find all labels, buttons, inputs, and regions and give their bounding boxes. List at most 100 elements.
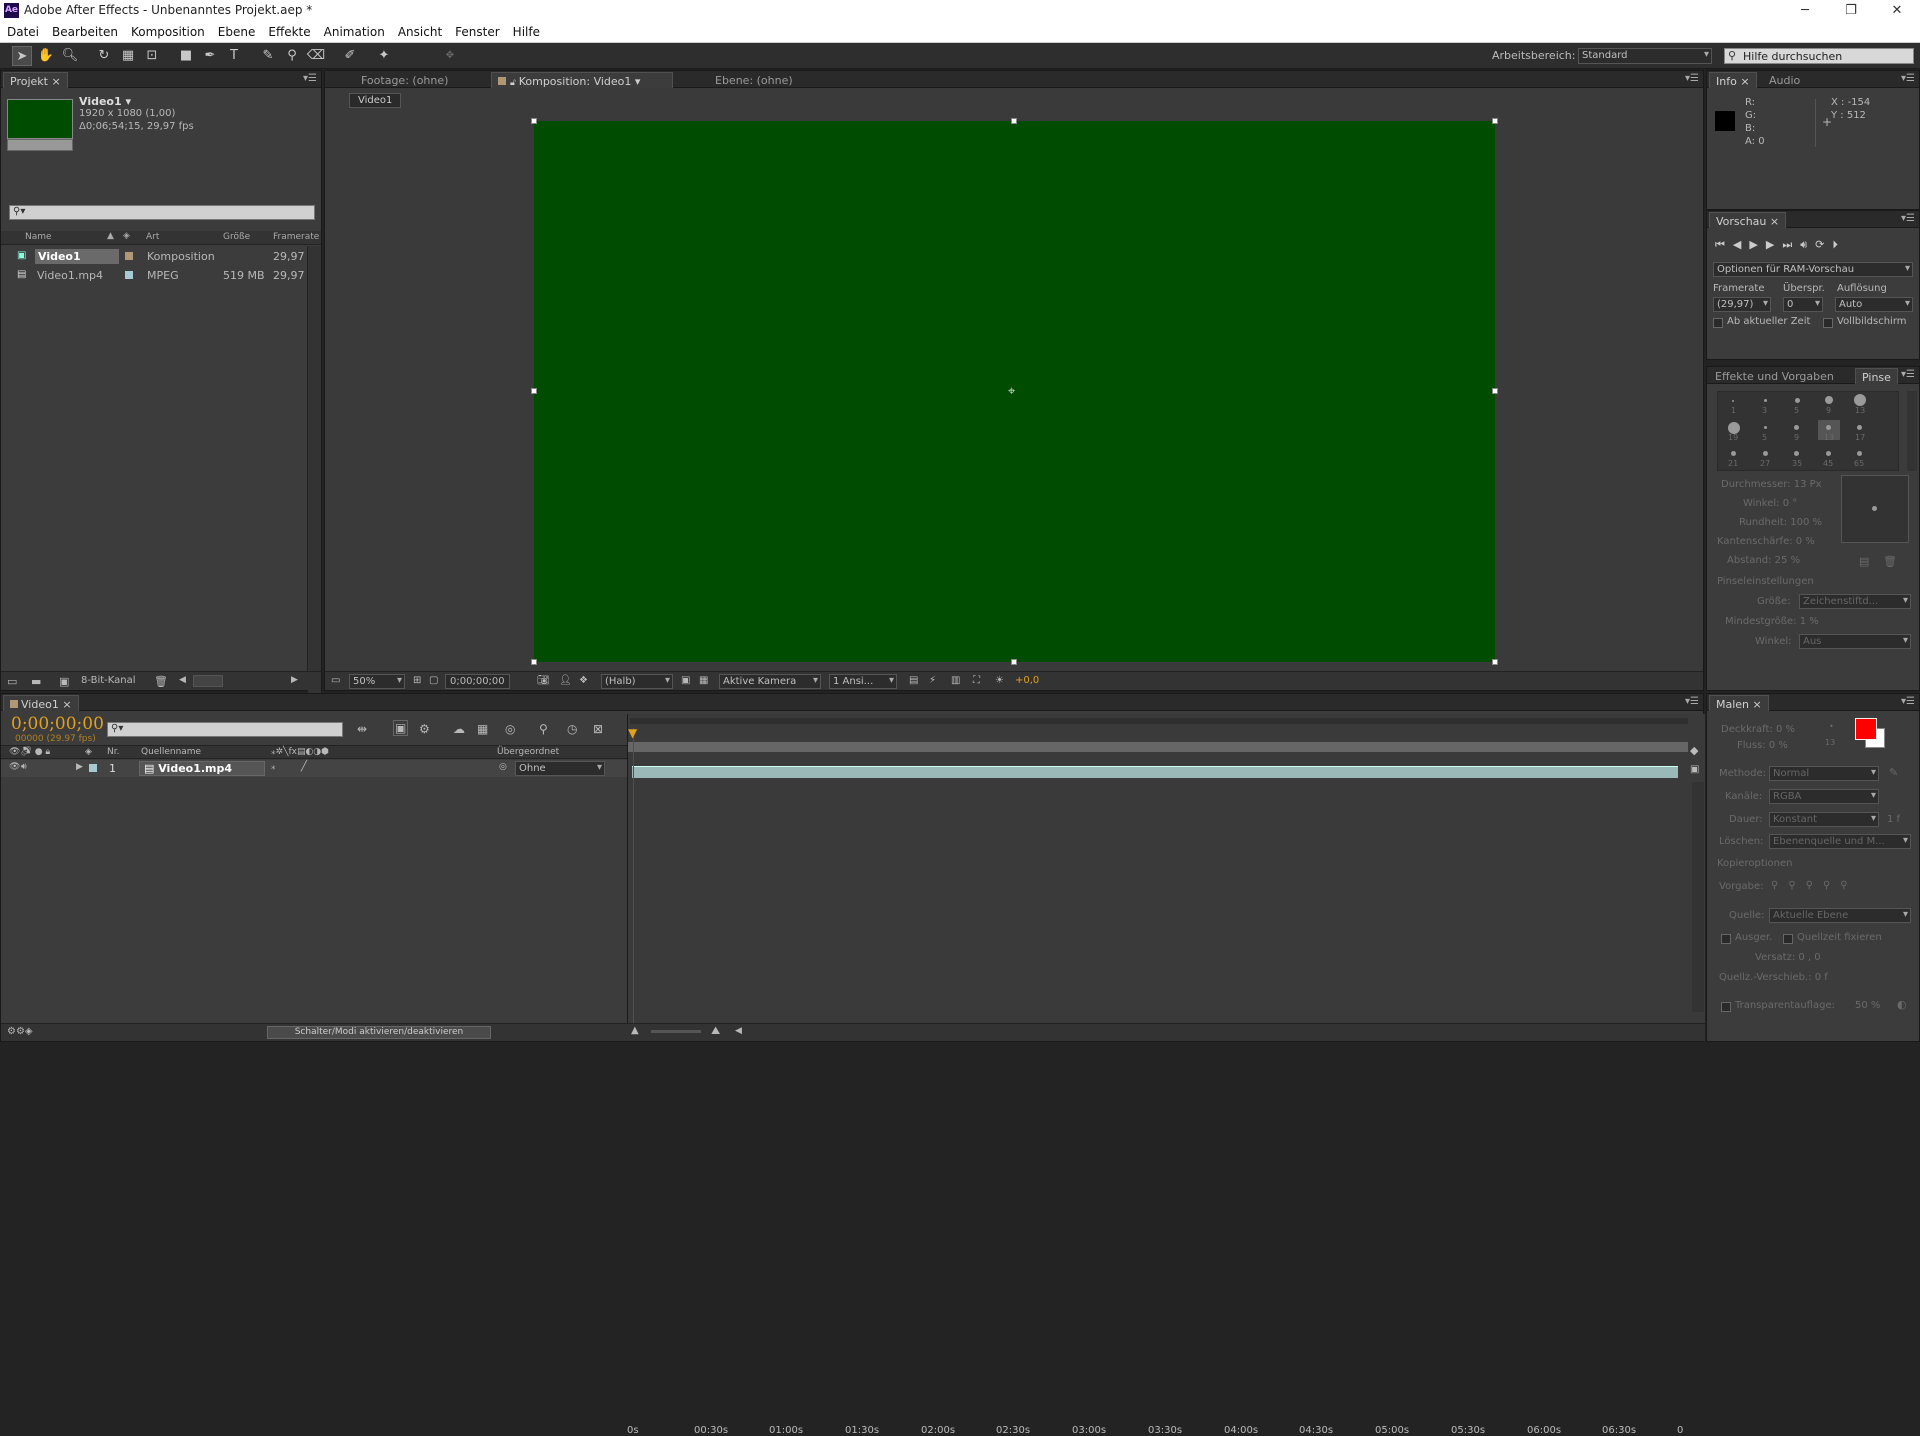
size-dropdown[interactable]: Zeichenstiftd...	[1799, 594, 1911, 609]
work-area-bar[interactable]	[630, 718, 1688, 724]
col-type[interactable]: Art	[146, 232, 159, 242]
foreground-color-swatch[interactable]	[1855, 718, 1877, 740]
method-dropdown[interactable]: Normal	[1769, 766, 1879, 781]
text-tool-icon[interactable]: T	[224, 46, 244, 66]
menu-datei[interactable]: Datei	[0, 21, 45, 39]
tab-timeline[interactable]: Video1 ×	[3, 695, 79, 711]
zoom-in-mountain-icon[interactable]: ⛰	[711, 1024, 720, 1038]
save-brush-icon[interactable]: ▤	[1859, 555, 1869, 568]
safe-margins-icon[interactable]: ⊞	[413, 675, 421, 686]
playhead-icon[interactable]: ▼	[628, 726, 637, 740]
timeline-timecode[interactable]: 0;00;00;00	[11, 714, 104, 734]
resolution-dropdown[interactable]: (Halb)	[601, 674, 673, 689]
menu-animation[interactable]: Animation	[317, 21, 391, 39]
project-scrollbar[interactable]	[307, 246, 321, 740]
eraser-tool-icon[interactable]: ⌫	[306, 46, 326, 66]
transform-handle[interactable]	[531, 118, 537, 124]
motion-blur-icon[interactable]: ◎	[505, 722, 515, 736]
resolution-dropdown[interactable]: Auto	[1835, 297, 1913, 312]
brainstorm-icon[interactable]: ◷	[567, 722, 577, 736]
close-button[interactable]: ✕	[1874, 0, 1920, 21]
keyframe-icon[interactable]: ⊠	[593, 722, 603, 736]
table-row[interactable]: ▤ Video1.mp4 MPEG 519 MB 29,97	[1, 267, 307, 284]
zoom-slider[interactable]	[651, 1030, 701, 1033]
exposure-value[interactable]: +0,0	[1015, 675, 1039, 686]
clone-preset-icons[interactable]: ⚲⚲⚲⚲⚲	[1771, 880, 1858, 891]
toggle-pixel-aspect-icon[interactable]: ▤	[909, 675, 918, 686]
brush-scrollbar[interactable]	[1907, 391, 1917, 471]
camera-tool-icon[interactable]: ▦	[118, 46, 138, 66]
zoom-tool-icon[interactable]: 🔍︎	[60, 46, 80, 66]
anchor-point-icon[interactable]: ⌖	[1008, 384, 1015, 399]
duration-dropdown[interactable]: Konstant	[1769, 812, 1879, 827]
project-hscroll-thumb[interactable]	[193, 675, 223, 687]
first-frame-icon[interactable]: ⏮	[1715, 238, 1733, 251]
new-comp-icon[interactable]: ▣	[59, 675, 69, 688]
tab-effects-presets[interactable]: Effekte und Vorgaben	[1709, 368, 1840, 384]
views-dropdown[interactable]: 1 Ansi...	[829, 674, 897, 689]
clone-stamp-tool-icon[interactable]: ⚲	[282, 46, 302, 66]
tab-info[interactable]: Info ×	[1709, 72, 1757, 88]
table-row[interactable]: ▣ Video1 Komposition 29,97	[1, 248, 307, 265]
aligned-checkbox[interactable]	[1721, 934, 1731, 944]
menu-ebene[interactable]: Ebene	[211, 21, 262, 39]
col-size[interactable]: Größe	[223, 232, 250, 242]
panel-menu-icon[interactable]: ▾☰	[303, 73, 317, 84]
audio-icon[interactable]: 🔊︎	[1800, 238, 1815, 251]
menu-fenster[interactable]: Fenster	[448, 21, 506, 39]
scroll-left-icon[interactable]: ◀	[735, 1026, 742, 1036]
trash-icon[interactable]: 🗑︎	[154, 675, 168, 688]
difference-mode-icon[interactable]: ◐	[1897, 998, 1907, 1011]
help-search-input[interactable]: ⚲ Hilfe durchsuchen	[1724, 48, 1914, 64]
loop-icon[interactable]: ⟳	[1815, 238, 1832, 251]
comp-mini-flowchart-icon[interactable]: ⇹	[357, 722, 367, 736]
angle2-dropdown[interactable]: Aus	[1799, 634, 1911, 649]
menu-ansicht[interactable]: Ansicht	[391, 21, 448, 39]
flowchart-icon[interactable]: ⛶	[973, 675, 980, 686]
panel-menu-icon[interactable]: ▾☰	[1901, 73, 1915, 84]
overlay-value[interactable]: 50 %	[1855, 1000, 1880, 1011]
layer-name-box[interactable]: ▤ Video1.mp4	[139, 761, 265, 776]
audio-icon[interactable]: 🔊︎	[21, 762, 27, 772]
timeline-icon[interactable]: ▥	[951, 675, 960, 686]
framerate-dropdown[interactable]: (29,97)	[1713, 297, 1771, 312]
menu-hilfe[interactable]: Hilfe	[506, 21, 546, 39]
pickwhip-icon[interactable]: ◎	[499, 762, 507, 772]
rectangle-tool-icon[interactable]: ■	[176, 46, 196, 66]
channel-icon[interactable]: ❖	[579, 675, 588, 686]
last-frame-icon[interactable]: ⏭	[1782, 238, 1800, 251]
parent-dropdown[interactable]: Ohne	[515, 761, 605, 776]
clone-overlay-checkbox[interactable]	[1721, 1002, 1731, 1012]
brush-tool-icon[interactable]: ✎	[258, 46, 278, 66]
panel-menu-icon[interactable]: ▾☰	[1685, 696, 1699, 707]
comp-button-icon[interactable]: ▣	[1690, 764, 1699, 775]
ram-preview-icon[interactable]: ⏵	[1832, 238, 1846, 251]
quality-switch-icon[interactable]: ╱	[301, 761, 307, 772]
transform-handle[interactable]	[531, 388, 537, 394]
tab-layer[interactable]: Ebene: (ohne)	[709, 72, 799, 88]
tab-brushes[interactable]: Pinse	[1855, 368, 1898, 384]
next-frame-icon[interactable]: ▶	[1766, 238, 1782, 251]
show-snapshot-icon[interactable]: 👤︎	[559, 675, 572, 686]
time-ruler[interactable]	[628, 742, 1688, 752]
play-icon[interactable]: ▶	[1749, 238, 1765, 251]
ram-preview-options-dropdown[interactable]: Optionen für RAM-Vorschau	[1713, 262, 1913, 277]
lock-source-time-checkbox[interactable]	[1783, 934, 1793, 944]
always-preview-icon[interactable]: ▭	[331, 675, 340, 686]
fullscreen-checkbox[interactable]	[1823, 318, 1833, 328]
panel-menu-icon[interactable]: ▾☰	[1901, 696, 1915, 707]
menu-effekte[interactable]: Effekte	[261, 21, 316, 39]
pan-behind-tool-icon[interactable]: ⊡	[142, 46, 162, 66]
viewer-timecode[interactable]: 0;00;00;00	[445, 674, 510, 689]
draft-3d-icon[interactable]: ⚙	[419, 722, 430, 736]
tab-composition[interactable]: 🔓︎ Komposition: Video1 ▾	[491, 72, 673, 88]
tab-paint[interactable]: Malen ×	[1709, 695, 1769, 711]
timeline-track-area[interactable]: ▼ ◆ ▣	[627, 714, 1705, 1041]
source-dropdown[interactable]: Aktuelle Ebene	[1769, 908, 1911, 923]
layer-switches-icon[interactable]: ⚙⚙◈	[7, 1026, 33, 1037]
interpret-footage-icon[interactable]: ▭	[7, 675, 17, 688]
channels-dropdown[interactable]: RGBA	[1769, 789, 1879, 804]
selection-tool-icon[interactable]: ➤	[12, 46, 32, 66]
toggle-switches-modes-button[interactable]: Schalter/Modi aktivieren/deaktivieren	[267, 1026, 491, 1039]
camera-dropdown[interactable]: Aktive Kamera	[719, 674, 821, 689]
